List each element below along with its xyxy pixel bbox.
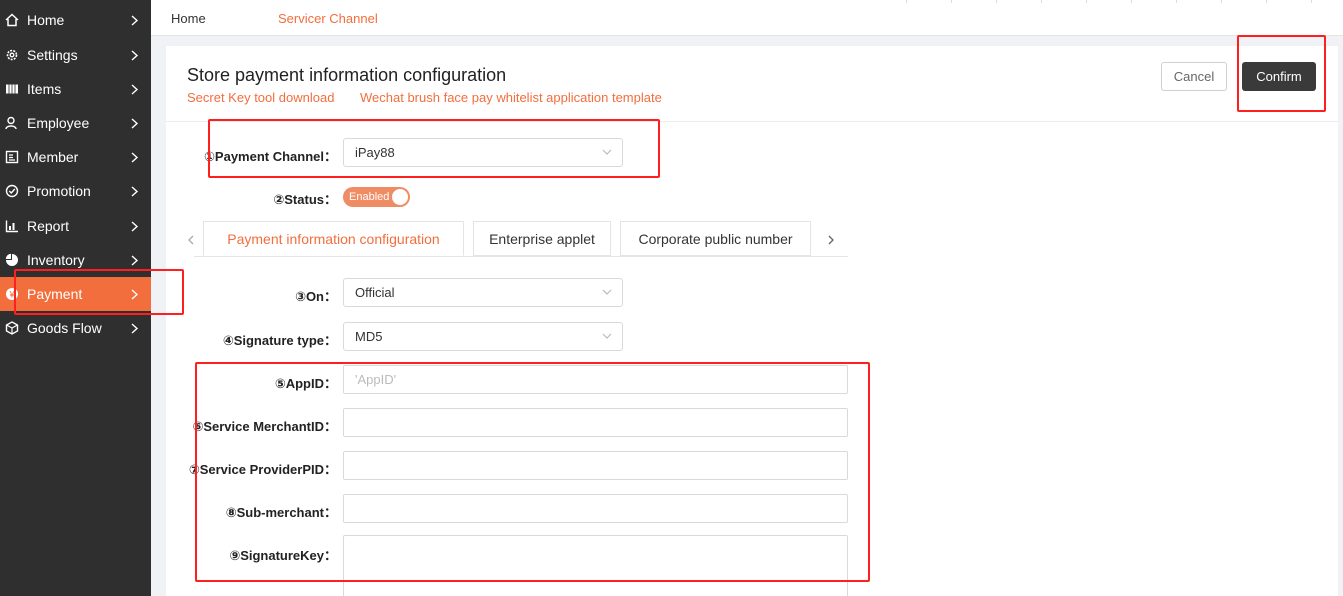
home-icon bbox=[5, 13, 19, 27]
chevron-down-icon bbox=[602, 149, 612, 155]
signature-key-textarea[interactable] bbox=[343, 535, 848, 596]
service-provider-pid-label: ⑦Service ProviderPID： bbox=[188, 462, 337, 477]
sidebar-item-label: Employee bbox=[27, 115, 90, 131]
divider bbox=[166, 121, 1338, 122]
topbar-divider bbox=[1266, 0, 1267, 3]
sidebar-item-label: Report bbox=[27, 218, 70, 234]
sidebar-item-label: Promotion bbox=[27, 183, 91, 199]
on-value: Official bbox=[355, 285, 395, 300]
chevron-right-icon bbox=[129, 288, 139, 300]
sidebar-item-employee[interactable]: Employee bbox=[0, 106, 151, 140]
inventory-icon bbox=[5, 253, 19, 267]
sidebar-item-home[interactable]: Home bbox=[0, 3, 151, 37]
service-provider-pid-input[interactable] bbox=[343, 451, 848, 480]
gear-icon bbox=[5, 48, 19, 62]
sidebar-item-settings[interactable]: Settings bbox=[0, 38, 151, 72]
payment-channel-label: ①Payment Channel： bbox=[203, 149, 337, 164]
tab-payment-information-configuration[interactable]: Payment information configuration bbox=[203, 221, 464, 256]
chevron-right-icon bbox=[129, 83, 139, 95]
topbar-divider bbox=[906, 0, 907, 3]
chevron-right-icon bbox=[129, 322, 139, 334]
sidebar-item-label: Settings bbox=[27, 47, 78, 63]
chevron-down-icon bbox=[602, 289, 612, 295]
sidebar-item-label: Payment bbox=[27, 286, 83, 302]
sidebar-item-label: Home bbox=[27, 12, 65, 28]
chevron-right-icon bbox=[129, 220, 139, 232]
items-icon bbox=[5, 82, 19, 96]
topbar-divider bbox=[1086, 0, 1087, 3]
sidebar-item-goods-flow[interactable]: Goods Flow bbox=[0, 311, 151, 345]
sidebar-item-payment[interactable]: ¥ Payment bbox=[0, 277, 151, 311]
tab-scroll-left-icon[interactable] bbox=[186, 233, 196, 245]
sidebar-item-label: Inventory bbox=[27, 252, 85, 268]
app-id-placeholder: 'AppID' bbox=[355, 372, 397, 387]
service-merchant-id-label: ⑥Service MerchantID： bbox=[192, 419, 337, 434]
status-toggle[interactable]: Enabled bbox=[343, 187, 410, 207]
topbar-divider bbox=[1311, 0, 1312, 3]
sidebar-item-report[interactable]: Report bbox=[0, 209, 151, 243]
sidebar: Home Settings Items Employee Member Prom… bbox=[0, 0, 151, 596]
sub-merchant-input[interactable] bbox=[343, 494, 848, 523]
chevron-down-icon bbox=[602, 333, 612, 339]
topbar-divider bbox=[1041, 0, 1042, 3]
signature-type-select[interactable]: MD5 bbox=[343, 322, 623, 351]
tab-enterprise-applet[interactable]: Enterprise applet bbox=[473, 221, 611, 256]
sub-merchant-label: ⑧Sub-merchant： bbox=[225, 505, 337, 520]
sidebar-item-items[interactable]: Items bbox=[0, 72, 151, 106]
topbar-divider bbox=[951, 0, 952, 3]
payment-channel-select[interactable]: iPay88 bbox=[343, 138, 623, 167]
topbar-divider bbox=[1176, 0, 1177, 3]
payment-channel-value: iPay88 bbox=[355, 145, 395, 160]
chevron-right-icon bbox=[129, 49, 139, 61]
confirm-button[interactable]: Confirm bbox=[1242, 62, 1316, 91]
status-toggle-text: Enabled bbox=[349, 191, 390, 203]
report-icon bbox=[5, 219, 19, 233]
signature-type-label: ④Signature type： bbox=[222, 333, 337, 348]
chevron-right-icon bbox=[129, 254, 139, 266]
breadcrumb: Home Servicer Channel bbox=[151, 0, 1343, 36]
goods-flow-icon bbox=[5, 321, 19, 335]
app-id-input[interactable]: 'AppID' bbox=[343, 365, 848, 394]
tab-corporate-public-number[interactable]: Corporate public number bbox=[620, 221, 811, 256]
promotion-icon bbox=[5, 184, 19, 198]
signature-type-value: MD5 bbox=[355, 329, 383, 344]
sidebar-item-inventory[interactable]: Inventory bbox=[0, 243, 151, 277]
breadcrumb-current[interactable]: Servicer Channel bbox=[278, 11, 378, 26]
cancel-button[interactable]: Cancel bbox=[1161, 62, 1227, 91]
app-id-label: ⑤AppID： bbox=[274, 376, 337, 391]
sidebar-item-label: Items bbox=[27, 81, 62, 97]
on-label: ③On： bbox=[294, 289, 337, 304]
topbar-divider bbox=[1221, 0, 1222, 3]
topbar-divider bbox=[996, 0, 997, 3]
topbar-divider bbox=[1131, 0, 1132, 3]
status-label: ②Status： bbox=[273, 192, 337, 207]
chevron-right-icon bbox=[129, 14, 139, 26]
service-merchant-id-input[interactable] bbox=[343, 408, 848, 437]
whitelist-template-link[interactable]: Wechat brush face pay whitelist applicat… bbox=[360, 90, 662, 105]
chevron-right-icon bbox=[129, 151, 139, 163]
secret-key-download-link[interactable]: Secret Key tool download bbox=[187, 90, 334, 105]
main-panel: Store payment information configuration … bbox=[166, 46, 1338, 596]
page-title: Store payment information configuration bbox=[187, 65, 507, 85]
svg-text:¥: ¥ bbox=[8, 290, 15, 300]
sidebar-item-label: Goods Flow bbox=[27, 320, 102, 336]
on-select[interactable]: Official bbox=[343, 278, 623, 307]
payment-icon: ¥ bbox=[5, 287, 19, 301]
employee-icon bbox=[5, 116, 19, 130]
sidebar-item-member[interactable]: Member bbox=[0, 140, 151, 174]
sidebar-item-promotion[interactable]: Promotion bbox=[0, 174, 151, 208]
chevron-right-icon bbox=[129, 185, 139, 197]
tab-scroll-right-icon[interactable] bbox=[826, 233, 836, 245]
member-icon bbox=[5, 150, 19, 164]
toggle-knob bbox=[392, 189, 408, 205]
sidebar-item-label: Member bbox=[27, 149, 79, 165]
breadcrumb-home[interactable]: Home bbox=[171, 11, 206, 26]
tab-divider bbox=[194, 256, 848, 257]
signature-key-label: ⑨SignatureKey： bbox=[229, 548, 337, 563]
chevron-right-icon bbox=[129, 117, 139, 129]
